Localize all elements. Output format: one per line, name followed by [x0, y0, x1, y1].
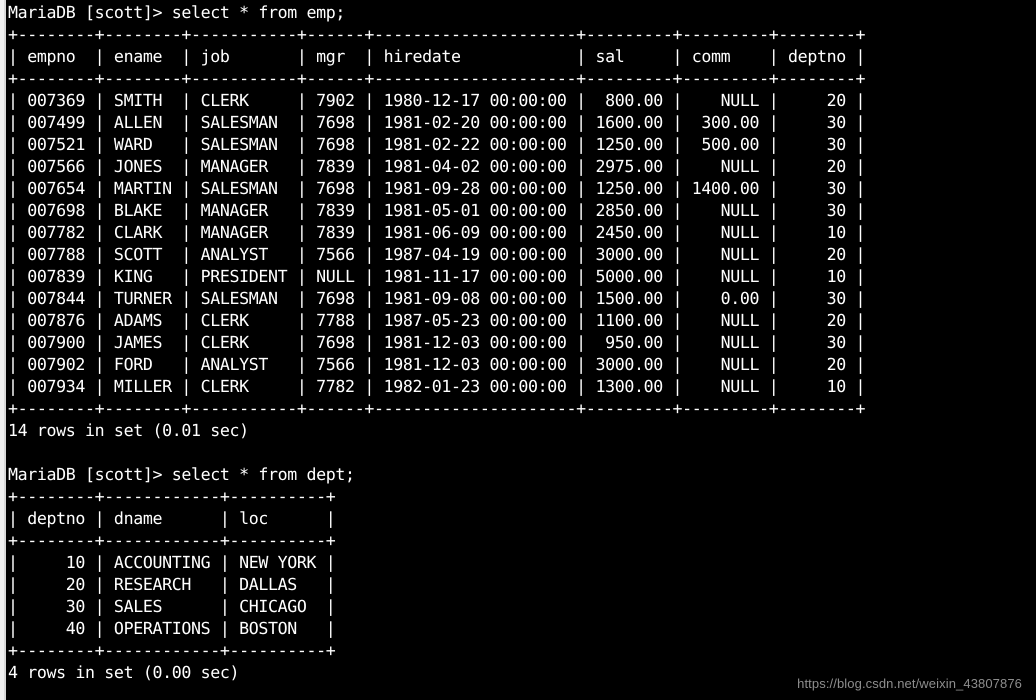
watermark-url: https://blog.csdn.net/weixin_43807876	[797, 676, 1022, 691]
terminal-screen: MariaDB [scott]> select * from emp; +---…	[0, 0, 1036, 700]
terminal-output-area[interactable]: MariaDB [scott]> select * from emp; +---…	[6, 0, 1036, 700]
terminal-text: MariaDB [scott]> select * from emp; +---…	[8, 3, 866, 682]
